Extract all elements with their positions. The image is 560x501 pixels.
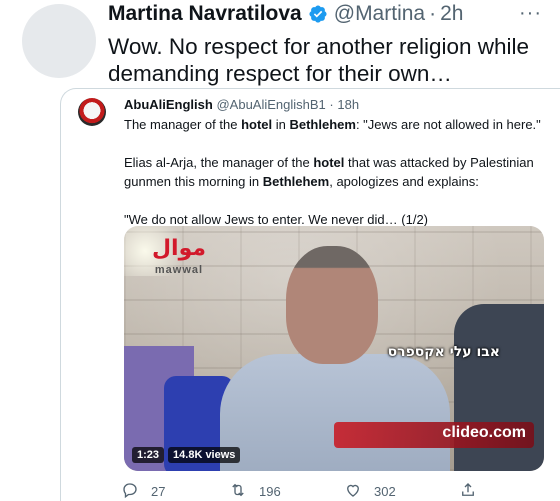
channel-logo-mark: موال <box>151 236 207 261</box>
watermark-logo: clideo.com <box>442 424 526 441</box>
retweet-button[interactable]: 196 <box>229 481 281 501</box>
text-segment: Elias al-Arja, the manager of the <box>124 155 314 170</box>
retweet-count: 196 <box>259 484 281 499</box>
tweet-text: Wow. No respect for another religion whi… <box>108 34 530 86</box>
share-icon <box>459 481 477 501</box>
share-button[interactable] <box>459 481 477 501</box>
heart-icon <box>344 481 362 501</box>
reply-icon <box>121 481 139 501</box>
quoted-author-handle[interactable]: @AbuAliEnglishB1 <box>216 97 325 112</box>
video-person-body <box>220 354 450 471</box>
video-badges: 1:23 14.8K views <box>132 447 241 463</box>
quoted-tweet[interactable]: AbuAliEnglish @AbuAliEnglishB1 · 18h The… <box>60 88 560 501</box>
video-view-count: 14.8K views <box>168 447 241 463</box>
highlight-term: hotel <box>313 155 345 170</box>
author-handle[interactable]: @Martina <box>334 2 425 26</box>
text-segment: , apologizes and explains: <box>329 174 479 189</box>
reply-count: 27 <box>151 484 166 499</box>
quoted-author-avatar[interactable] <box>78 98 106 126</box>
text-segment: in <box>272 117 290 132</box>
video-person-head <box>286 246 378 364</box>
verified-badge-icon <box>308 4 328 24</box>
video-duration: 1:23 <box>132 447 165 463</box>
quoted-paragraph-2: Elias al-Arja, the manager of the hotel … <box>124 153 554 191</box>
highlight-term: Bethlehem <box>262 174 330 189</box>
quoted-paragraph-1: The manager of the hotel in Bethlehem: "… <box>124 115 554 134</box>
text-segment: : "Jews are not allowed in here." <box>355 117 541 132</box>
quoted-tweet-header: AbuAliEnglish @AbuAliEnglishB1 · 18h <box>124 97 359 112</box>
author-name[interactable]: Martina Navratilova <box>108 2 302 26</box>
channel-logo-word: mawwal <box>154 264 204 276</box>
separator: · <box>429 2 437 25</box>
quoted-author-name[interactable]: AbuAliEnglish <box>124 97 213 112</box>
video-lower-third: clideo.com <box>334 422 534 448</box>
channel-logo: موال mawwal <box>144 234 214 290</box>
like-button[interactable]: 302 <box>344 481 396 501</box>
more-options-icon[interactable]: ··· <box>519 2 542 25</box>
separator: · <box>329 97 334 112</box>
tweet-header: Martina Navratilova @Martina · 2h <box>108 2 463 26</box>
video-player[interactable]: موال mawwal אבו עלי אקספרס clideo.com 1:… <box>124 226 544 471</box>
retweet-icon <box>229 481 247 501</box>
text-segment: The manager of the <box>124 117 242 132</box>
author-avatar[interactable] <box>22 4 96 78</box>
highlight-term: hotel <box>241 117 273 132</box>
video-caption: אבו עלי אקספרס <box>387 344 500 360</box>
quoted-tweet-time[interactable]: 18h <box>337 97 359 112</box>
reply-button[interactable]: 27 <box>121 481 165 501</box>
highlight-term: Bethlehem <box>289 117 356 132</box>
like-count: 302 <box>374 484 396 499</box>
tweet-time[interactable]: 2h <box>440 2 463 26</box>
